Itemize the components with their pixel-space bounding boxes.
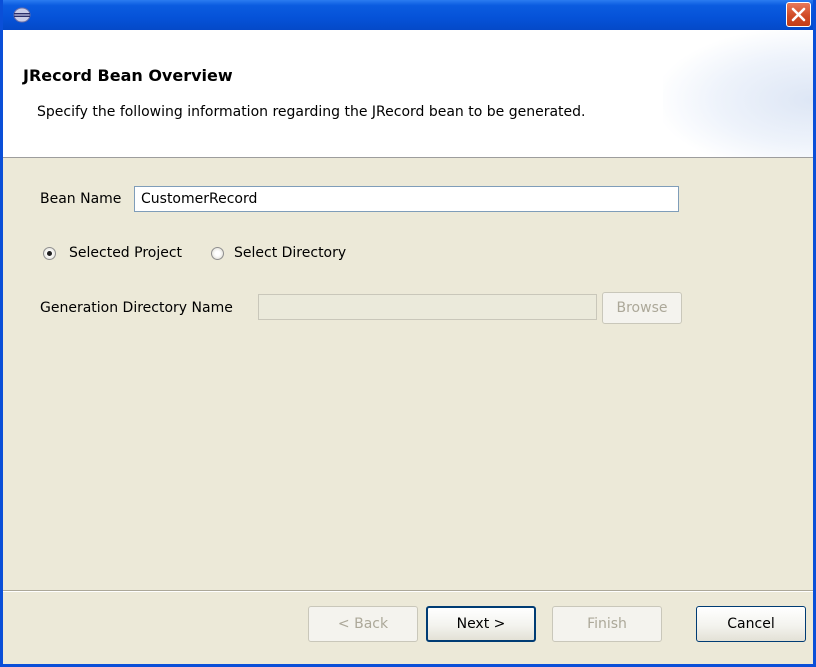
header-banner-graphic xyxy=(663,30,813,157)
radio-selected-dot xyxy=(47,251,52,256)
radio-select-directory-label: Select Directory xyxy=(234,245,347,261)
next-button[interactable]: Next > xyxy=(426,606,536,642)
close-icon xyxy=(791,7,806,22)
bean-name-label: Bean Name xyxy=(40,191,122,207)
bean-name-input[interactable] xyxy=(134,186,679,212)
radio-select-directory[interactable] xyxy=(211,247,224,260)
cancel-button[interactable]: Cancel xyxy=(696,606,806,642)
page-description: Specify the following information regard… xyxy=(37,104,586,120)
back-button[interactable]: < Back xyxy=(308,606,418,642)
close-button[interactable] xyxy=(786,2,811,27)
radio-selected-project-label: Selected Project xyxy=(69,245,183,261)
title-bar[interactable] xyxy=(3,0,813,30)
eclipse-icon xyxy=(13,7,31,23)
finish-button[interactable]: Finish xyxy=(552,606,662,642)
wizard-dialog: JRecord Bean Overview Specify the follow… xyxy=(0,0,816,667)
radio-selected-project[interactable] xyxy=(43,247,56,260)
wizard-header: JRecord Bean Overview Specify the follow… xyxy=(3,30,813,158)
footer-separator xyxy=(3,590,813,592)
browse-button[interactable]: Browse xyxy=(602,292,682,324)
generation-directory-input[interactable] xyxy=(258,294,597,320)
generation-directory-label: Generation Directory Name xyxy=(40,300,233,316)
page-title: JRecord Bean Overview xyxy=(23,66,233,85)
